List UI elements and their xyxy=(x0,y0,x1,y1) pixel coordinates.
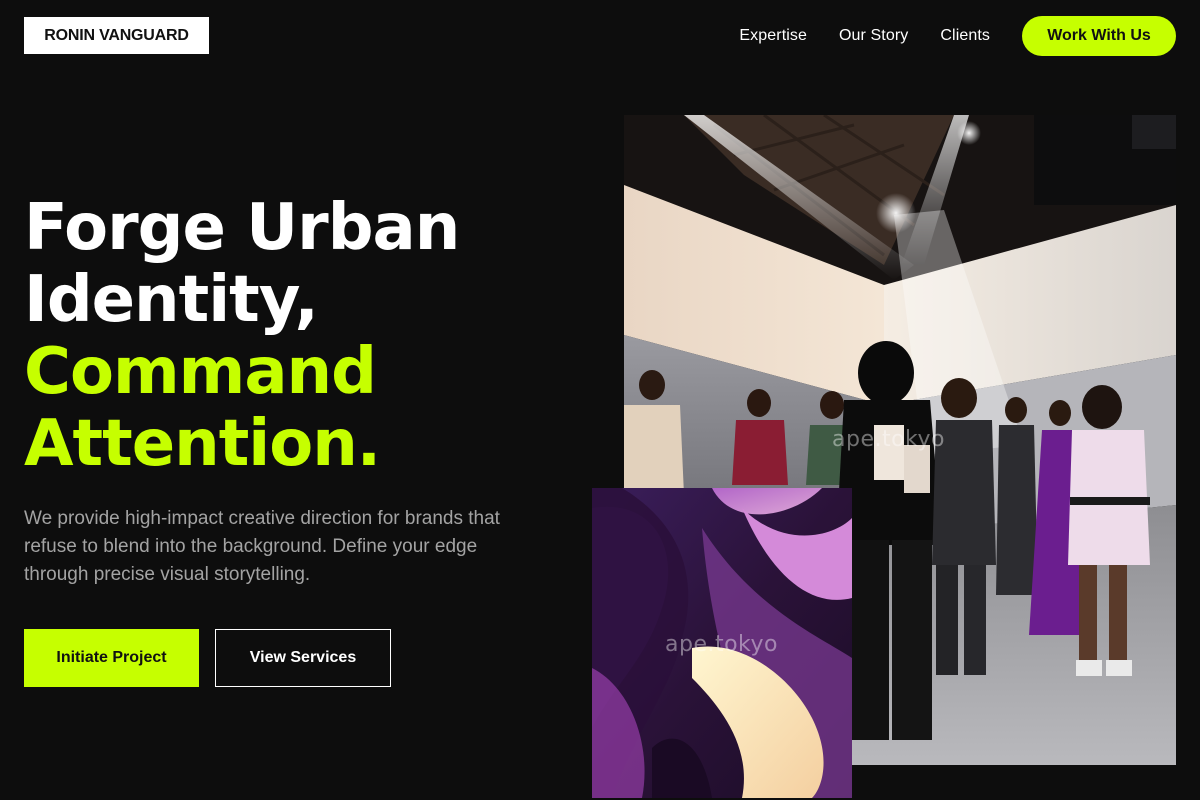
hero-title-line-3: Command xyxy=(24,335,377,409)
brand-logo[interactable]: RONIN VANGUARD xyxy=(24,17,209,54)
nav-link-expertise[interactable]: Expertise xyxy=(739,27,807,45)
work-with-us-button[interactable]: Work With Us xyxy=(1022,16,1176,56)
nav-link-clients[interactable]: Clients xyxy=(940,27,990,45)
view-services-button[interactable]: View Services xyxy=(215,629,391,687)
hero-title: Forge Urban Identity, Command Attention. xyxy=(24,191,460,481)
initiate-project-button[interactable]: Initiate Project xyxy=(24,629,199,687)
hero-title-line-4: Attention. xyxy=(24,407,381,481)
artwork-watermark: ape.tokyo xyxy=(665,632,778,657)
hero-description: We provide high-impact creative directio… xyxy=(24,508,500,585)
hero-title-line-2: Identity, xyxy=(24,263,319,337)
abstract-artwork: ape.tokyo xyxy=(592,488,852,798)
main-nav: Expertise Our Story Clients Work With Us xyxy=(739,16,1176,56)
nav-link-our-story[interactable]: Our Story xyxy=(839,27,908,45)
photo-watermark: ape.tokyo xyxy=(832,427,945,452)
hero-title-line-1: Forge Urban xyxy=(24,191,460,265)
